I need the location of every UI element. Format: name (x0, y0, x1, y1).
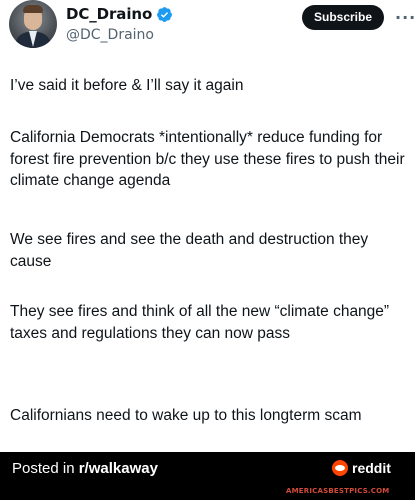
posted-in-prefix: Posted in (12, 460, 79, 477)
author-display-name[interactable]: DC_Draino (66, 5, 152, 23)
reddit-alien-icon (332, 460, 348, 476)
tweet-paragraph: California Democrats *intentionally* red… (10, 129, 405, 189)
more-options-icon[interactable]: ··· (395, 8, 415, 27)
tweet-paragraph: I’ve said it before & I’ll say it again (10, 77, 244, 94)
subreddit-link[interactable]: r/walkaway (79, 460, 158, 477)
reddit-logo[interactable]: reddit (332, 460, 391, 476)
tweet-card: DC_Draino @DC_Draino Subscribe ··· I’ve … (0, 0, 415, 452)
tweet-paragraph: We see fires and see the death and destr… (10, 231, 369, 270)
tweet-paragraph: Californians need to wake up to this lon… (10, 407, 362, 424)
reddit-footer-bar: Posted in r/walkaway reddit AMERICASBEST… (0, 452, 415, 500)
posted-in-label: Posted in r/walkaway (12, 460, 158, 477)
verified-badge-icon (157, 6, 173, 22)
subscribe-button[interactable]: Subscribe (302, 5, 384, 30)
site-watermark: AMERICASBESTPICS.COM (286, 487, 390, 495)
author-handle[interactable]: @DC_Draino (66, 27, 154, 43)
tweet-paragraph: They see fires and think of all the new … (10, 303, 390, 342)
avatar[interactable] (9, 0, 57, 48)
avatar-hair (23, 5, 43, 13)
author-name-row: DC_Draino (66, 5, 173, 23)
reddit-wordmark: reddit (352, 460, 391, 476)
